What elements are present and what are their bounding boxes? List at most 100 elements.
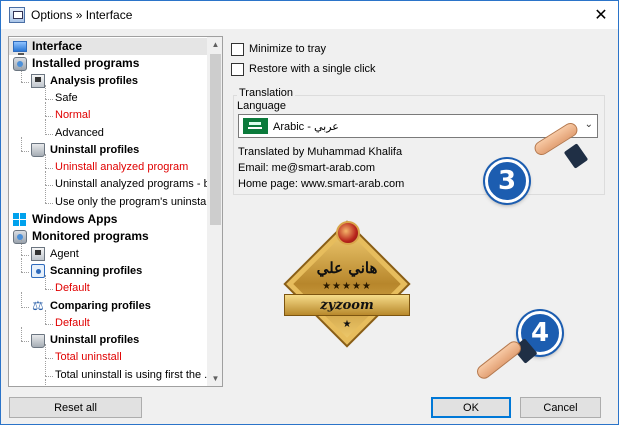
cancel-button[interactable]: Cancel [520,397,601,418]
tree-item-label: Windows Apps [32,212,118,226]
title-bar: Options » Interface ✕ [1,1,618,29]
scroll-down-arrow-icon[interactable]: ▼ [208,371,222,386]
tree-connector [45,185,53,187]
tree-item[interactable]: Installed programs [13,55,139,72]
tree-connector [21,254,29,256]
tree-item-label: Use only the program's uninstal... [55,195,218,208]
tree-item[interactable]: Uninstall profiles [31,142,139,159]
tree-connector [45,358,53,360]
tree-connector [45,344,46,359]
tree-connector [45,133,53,135]
tree-item-label: Installed programs [32,56,140,71]
tree-scrollbar[interactable]: ▲ ▼ [207,37,222,386]
step-3-marker: 3 [485,159,529,203]
language-value: Arabic - عربي [273,120,339,133]
tree-item[interactable]: Monitored programs [13,228,149,245]
reset-all-button[interactable]: Reset all [9,397,142,418]
tree-connector [45,378,46,386]
tree-item-label: Uninstall profiles [50,143,140,156]
tree-item-label: Safe [55,91,78,104]
tree-connector [45,171,46,186]
tree-item[interactable]: Interface [9,38,207,55]
tree-connector [45,309,46,324]
tree-item-label: Total uninstall [55,351,122,364]
tree-item-label: Uninstall profiles [50,334,140,347]
translator-email-text: Email: me@smart-arab.com [238,162,376,174]
tree-item[interactable]: Uninstall analyzed program [55,159,188,176]
tree-item[interactable]: Total uninstall is using first the ... [55,367,213,384]
tree-item-label: Uninstall analyzed programs - b... [55,178,219,191]
tree-connector [21,136,22,151]
tree-item[interactable]: Scanning profiles [31,263,142,280]
tree-item-label: Scanning profiles [50,264,143,277]
restore-single-click-option[interactable]: Restore with a single click [231,61,376,77]
bin-icon [31,333,45,348]
tree-connector [45,188,46,203]
tree-item-label: Advanced [55,126,104,139]
badge-ribbon: zyzoom [284,294,410,316]
translator-homepage-text: Home page: www.smart-arab.com [238,178,405,190]
tree-item[interactable]: Advanced [55,125,104,142]
tree-connector [45,101,46,117]
restore-single-click-label: Restore with a single click [249,63,376,75]
close-icon: ✕ [594,7,608,24]
scroll-up-arrow-icon[interactable]: ▲ [208,37,222,52]
badge-brand: zyzoom [320,297,374,313]
tree-item[interactable]: Use only the program's uninstal... [55,194,218,211]
tree-connector [21,81,29,83]
tree-item-label: Default [55,282,90,295]
tree-item[interactable]: ⚖ Comparing profiles [31,298,151,315]
badge-name: هاني علي [316,259,378,277]
tree-item[interactable]: Safe [55,90,78,107]
disk-icon [13,56,27,71]
tree-connector [21,306,29,308]
tree-item-label: Comparing profiles [50,299,151,312]
tree-item[interactable]: Cl... [55,384,75,386]
close-button[interactable]: ✕ [584,1,618,29]
tree-item[interactable]: Default [55,315,90,332]
tree-connector [21,326,22,342]
translated-by-text: Translated by Muhammad Khalifa [238,146,403,158]
tree-item-label: Uninstall analyzed program [55,161,189,174]
tree-content: Interface Installed programs Analysis prof… [9,37,219,386]
tree-connector [45,289,53,291]
tree-item[interactable]: Uninstall analyzed programs - b... [55,176,219,193]
tree-item[interactable]: Default [55,280,90,297]
options-window: Options » Interface ✕ Interface Installed… [0,0,619,425]
minimize-to-tray-label: Minimize to tray [249,43,327,55]
zyzoom-watermark-badge: هاني علي ★★★★★ zyzoom ★ [283,219,411,348]
tree-connector [45,153,46,169]
profile-icon [31,74,45,89]
tree-item[interactable]: Windows Apps [13,211,117,228]
restore-single-click-checkbox[interactable] [231,62,244,76]
minimize-to-tray-option[interactable]: Minimize to tray [231,41,326,57]
ok-button[interactable]: OK [431,397,511,418]
options-tree[interactable]: Interface Installed programs Analysis prof… [8,36,223,387]
tree-connector [21,341,29,343]
scrollbar-thumb[interactable] [210,54,221,225]
monitor-icon [13,41,27,55]
badge-star-icon: ★ [342,319,352,330]
tree-item[interactable]: Total uninstall [55,349,122,366]
tree-item-label: Analysis profiles [50,74,139,87]
tree-item[interactable]: Uninstall profiles [31,332,139,349]
tree-connector [45,168,53,170]
pointing-hand-icon [471,338,538,382]
tree-item-label: Agent [50,247,79,260]
scale-icon: ⚖ [32,298,44,313]
tree-connector [45,84,46,99]
tree-connector [21,150,29,152]
tree-item-label: Total uninstall is using first the ... [55,368,214,381]
tree-item[interactable]: Agent [31,246,79,263]
minimize-to-tray-checkbox[interactable] [231,42,244,56]
tree-connector [21,271,29,273]
badge-seal-icon [336,221,360,245]
tree-item[interactable]: Analysis profiles [31,73,138,90]
bin-icon [31,143,45,158]
tree-connector [45,98,53,100]
tree-item[interactable]: Normal [55,107,90,124]
tree-item-label: Interface [32,39,83,53]
tree-connector [45,375,53,377]
windows-icon [13,212,27,227]
saudi-flag-icon [243,118,268,134]
